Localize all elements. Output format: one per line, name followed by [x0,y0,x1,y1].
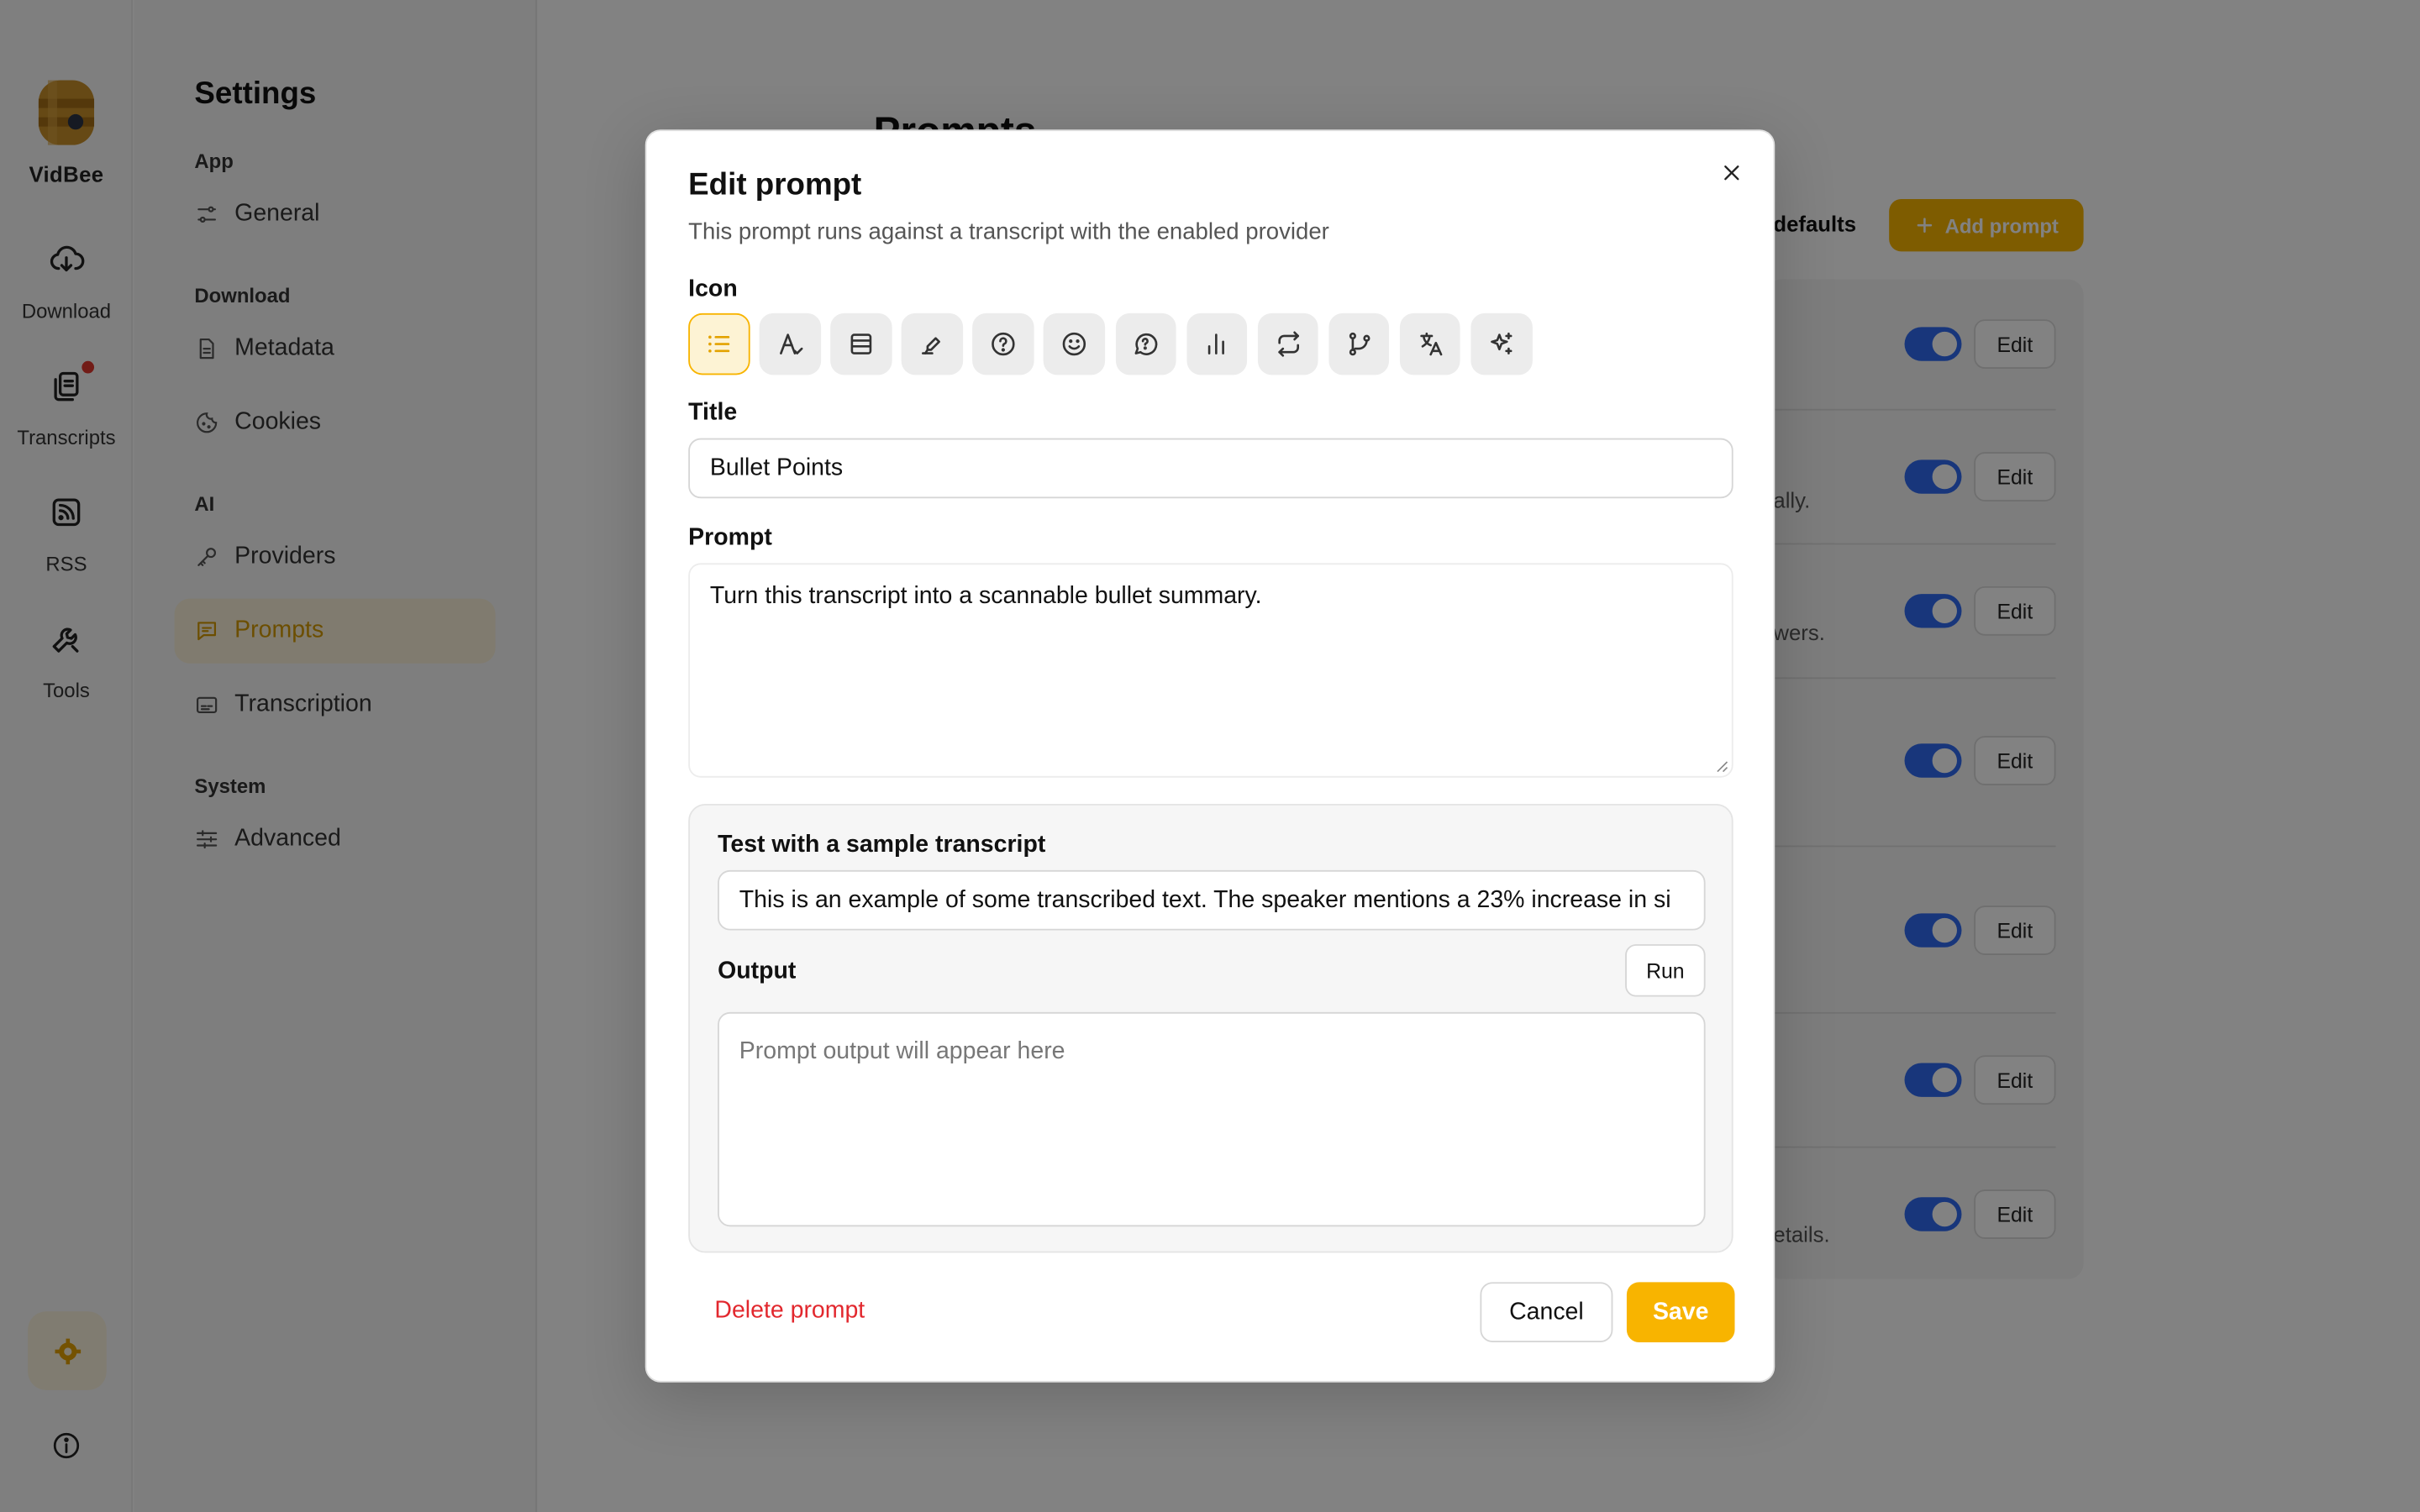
test-label: Test with a sample transcript [718,832,1046,858]
close-button[interactable] [1715,156,1749,190]
icon-option-text[interactable] [759,312,821,375]
dialog-subtitle: This prompt runs against a transcript wi… [688,218,1329,246]
question-circle-icon [992,332,1015,355]
icon-option-sparkles[interactable] [1470,312,1533,375]
prompt-textarea[interactable]: Turn this transcript into a scannable bu… [688,563,1733,778]
run-button[interactable]: Run [1625,944,1706,997]
cancel-button[interactable]: Cancel [1480,1282,1613,1342]
icon-option-highlighter[interactable] [902,312,963,375]
icon-option-list[interactable] [688,312,750,375]
repeat-icon [1277,331,1299,357]
output-label: Output [718,958,797,984]
prompt-text: Turn this transcript into a scannable bu… [709,583,1262,610]
icon-option-bar-chart[interactable] [1186,312,1248,375]
close-icon [1724,165,1739,181]
edit-prompt-dialog: Edit prompt This prompt runs against a t… [644,129,1776,1383]
icon-option-smile[interactable] [1044,312,1106,375]
icon-option-repeat[interactable] [1257,312,1319,375]
languages-icon [1419,332,1442,355]
test-panel: Test with a sample transcript This is an… [688,803,1733,1253]
highlighter-icon [922,336,941,354]
dialog-title: Edit prompt [688,168,862,202]
bar-chart-icon [1208,333,1225,354]
table-icon [850,333,872,354]
app-root: VidBee Download Transcripts RSS Tools Se… [0,0,2420,1512]
message-question-icon [1135,333,1158,355]
icon-picker [688,312,1533,375]
sparkles-icon [1490,332,1512,354]
save-button[interactable]: Save [1626,1282,1735,1342]
smile-icon [1063,332,1086,355]
sample-transcript-input[interactable]: This is an example of some transcribed t… [718,869,1706,931]
title-input[interactable]: Bullet Points [688,438,1733,499]
list-icon [708,335,729,353]
output-area[interactable]: Prompt output will appear here [718,1011,1706,1227]
prompt-label: Prompt [688,524,772,551]
delete-prompt-button[interactable]: Delete prompt [714,1298,865,1326]
text-icon [779,333,803,354]
icon-option-languages[interactable] [1399,312,1461,375]
git-branch-icon [1349,332,1370,355]
icon-label: Icon [688,276,738,303]
title-label: Title [688,399,738,426]
icon-option-git-branch[interactable] [1328,312,1390,375]
resize-handle-icon[interactable] [1715,759,1729,774]
icon-option-message-question[interactable] [1115,312,1176,375]
icon-option-question[interactable] [972,312,1034,375]
icon-option-table[interactable] [830,312,892,375]
